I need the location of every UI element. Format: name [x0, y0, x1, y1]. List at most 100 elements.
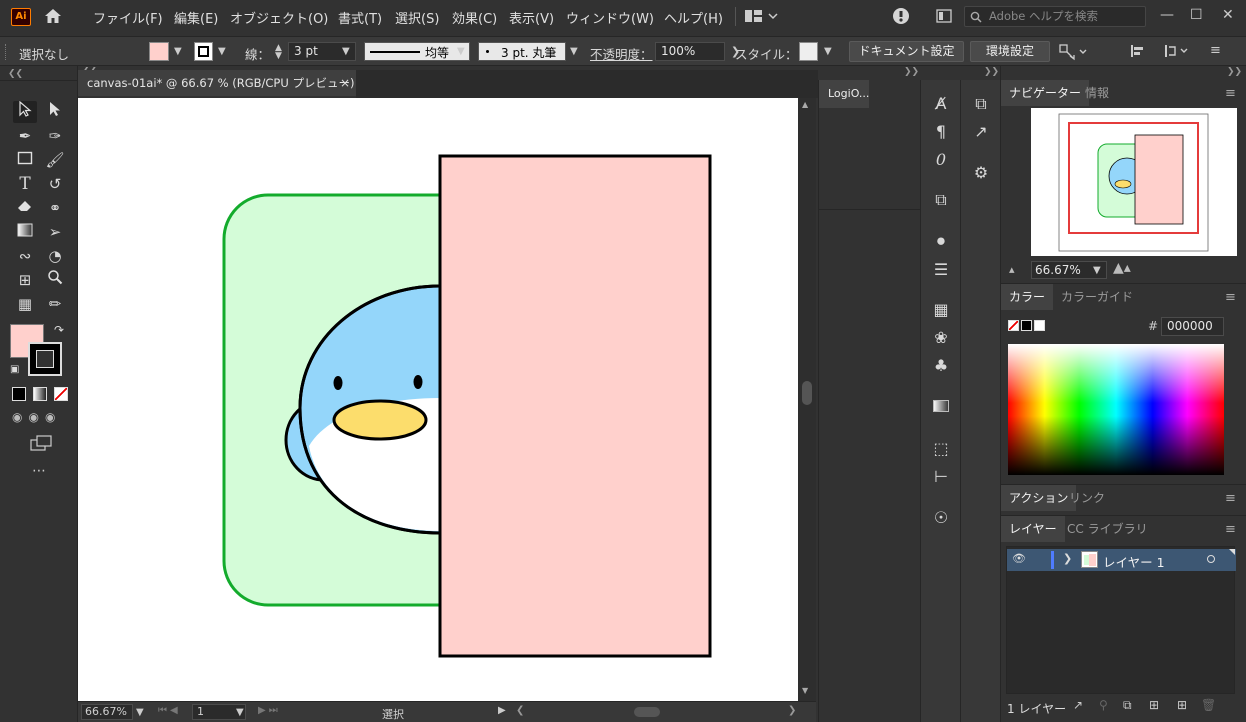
- selection-tool-icon[interactable]: [13, 100, 37, 123]
- shape-builder-tool-icon[interactable]: ◔: [43, 245, 67, 267]
- discover-icon[interactable]: [892, 7, 912, 30]
- default-colors-icon[interactable]: ▣: [10, 364, 19, 375]
- layer-target-icon[interactable]: [1207, 555, 1215, 563]
- close-window-button[interactable]: ✕: [1222, 7, 1234, 23]
- opentype-panel-icon[interactable]: 0: [929, 149, 953, 171]
- curvature-tool-icon[interactable]: ✑: [43, 125, 67, 147]
- transform-icon[interactable]: [1164, 43, 1190, 62]
- export-panel-icon[interactable]: ↗: [969, 121, 993, 143]
- menu-edit[interactable]: 編集(E): [174, 8, 218, 27]
- stroke-color-box[interactable]: [28, 342, 62, 376]
- export-layer-icon[interactable]: ↗: [1073, 698, 1083, 712]
- preferences-button[interactable]: 環境設定: [970, 41, 1050, 62]
- stroke-dropdown-icon[interactable]: ▼: [218, 46, 226, 57]
- document-tab[interactable]: canvas-01ai* @ 66.67 % (RGB/CPU プレビュー) ×: [78, 70, 356, 96]
- stroke-panel-icon[interactable]: ☰: [929, 259, 953, 281]
- stroke-profile-select[interactable]: 均等: [364, 42, 470, 61]
- panel-menu-icon[interactable]: ≡: [1210, 43, 1221, 58]
- mesh-tool-icon[interactable]: ▦: [13, 293, 37, 315]
- layer-name[interactable]: レイヤー 1: [1103, 552, 1165, 571]
- close-tab-button[interactable]: ×: [340, 70, 350, 96]
- color-mode-icon[interactable]: [12, 387, 26, 401]
- menu-view[interactable]: 表示(V): [509, 8, 554, 27]
- arrange-icon[interactable]: [1058, 43, 1088, 64]
- black-swatch[interactable]: [1021, 320, 1032, 331]
- appearance-panel-icon[interactable]: ⚫: [929, 231, 953, 253]
- fill-dropdown-icon[interactable]: ▼: [174, 46, 182, 57]
- align-panel-icon[interactable]: ⊢: [929, 466, 953, 488]
- help-search-input[interactable]: Adobe ヘルプを検索: [964, 6, 1146, 27]
- tab-links[interactable]: リンク: [1061, 485, 1113, 511]
- menu-effect[interactable]: 効果(C): [452, 8, 497, 27]
- maximize-button[interactable]: ☐: [1190, 7, 1203, 23]
- pen-tool-icon[interactable]: ✒: [13, 125, 37, 147]
- status-menu-icon[interactable]: ▶: [498, 705, 506, 716]
- none-mode-icon[interactable]: [54, 387, 68, 401]
- opacity-label[interactable]: 不透明度：: [590, 44, 653, 63]
- pathfinder-panel-icon[interactable]: ⧉: [969, 93, 993, 115]
- gradient-panel-icon[interactable]: [929, 396, 953, 418]
- artboard-dropdown-icon[interactable]: ▼: [236, 707, 244, 718]
- zoom-tool-icon[interactable]: [43, 269, 67, 291]
- menu-window[interactable]: ウィンドウ(W): [566, 8, 654, 27]
- eraser-tool-icon[interactable]: [13, 197, 37, 219]
- navigator-menu-icon[interactable]: ≡: [1225, 86, 1236, 101]
- hscroll-left-icon[interactable]: ❮: [516, 705, 524, 716]
- actions-menu-icon[interactable]: ≡: [1225, 491, 1236, 506]
- menu-help[interactable]: ヘルプ(H): [664, 8, 723, 27]
- new-layer-icon[interactable]: ⊞: [1177, 698, 1187, 712]
- new-sublayer-icon[interactable]: ⊞: [1149, 698, 1159, 712]
- tab-info[interactable]: 情報: [1077, 80, 1117, 106]
- locate-object-icon[interactable]: ⚲: [1099, 698, 1108, 712]
- color-menu-icon[interactable]: ≡: [1225, 290, 1236, 305]
- expand-dock-icon[interactable]: ❯❯: [904, 67, 919, 77]
- style-dropdown-icon[interactable]: ▼: [824, 46, 832, 57]
- collapse-tools-icon[interactable]: ❮❮: [8, 69, 23, 79]
- paintbrush-tool-icon[interactable]: 🖌: [43, 149, 67, 171]
- brushes-panel-icon[interactable]: ❀: [929, 327, 953, 349]
- scroll-thumb[interactable]: [802, 381, 812, 405]
- screen-mode-icon[interactable]: [30, 435, 52, 454]
- panel-toggle-icon[interactable]: [936, 9, 952, 26]
- hscroll-right-icon[interactable]: ❯: [788, 705, 796, 716]
- transform-panel-icon[interactable]: ⧉: [929, 189, 953, 211]
- scroll-up-icon[interactable]: ▲: [802, 100, 808, 109]
- next-artboard-icon[interactable]: ▶⏭: [258, 705, 281, 716]
- gradient-mode-icon[interactable]: [33, 387, 47, 401]
- tab-cc-libraries[interactable]: CC ライブラリ: [1059, 516, 1156, 542]
- type-tool-icon[interactable]: T: [13, 173, 37, 195]
- none-swatch-icon[interactable]: [1008, 320, 1019, 331]
- brush-select[interactable]: 3 pt. 丸筆: [478, 42, 566, 61]
- character-panel-icon[interactable]: A̸: [929, 93, 953, 115]
- menu-select[interactable]: 選択(S): [395, 8, 439, 27]
- color-spectrum[interactable]: [1008, 344, 1224, 475]
- style-swatch[interactable]: [799, 42, 818, 61]
- eyedropper-tool-icon[interactable]: ➢: [43, 221, 67, 243]
- layers-menu-icon[interactable]: ≡: [1225, 522, 1236, 537]
- draw-mode-icon[interactable]: ◉◉◉: [12, 410, 61, 424]
- zoom-in-icon[interactable]: ▲▴: [1113, 260, 1131, 276]
- stroke-weight-spinner-icon[interactable]: ▲ ▼: [275, 44, 282, 61]
- rectangle-tool-icon[interactable]: [13, 149, 37, 171]
- zoom-dropdown-icon[interactable]: ▼: [136, 707, 144, 718]
- artboard-canvas[interactable]: [78, 98, 798, 701]
- white-swatch[interactable]: [1034, 320, 1045, 331]
- tab-color[interactable]: カラー: [1001, 284, 1054, 310]
- tab-layers[interactable]: レイヤー: [1001, 516, 1065, 542]
- symbols-panel-icon[interactable]: ♣: [929, 355, 953, 377]
- delete-layer-icon[interactable]: 🗑: [1201, 698, 1216, 712]
- measure-tool-icon[interactable]: ✏: [43, 293, 67, 315]
- menu-object[interactable]: オブジェクト(O): [230, 8, 328, 27]
- vertical-scrollbar[interactable]: ▲ ▼: [798, 98, 816, 701]
- swap-fill-stroke-icon[interactable]: ↷: [54, 323, 64, 337]
- opacity-input[interactable]: 100%: [655, 42, 725, 61]
- brush-dropdown-icon[interactable]: ▼: [570, 46, 578, 57]
- artboards-panel-icon[interactable]: ⬚: [929, 438, 953, 460]
- stroke-profile-dropdown-icon[interactable]: ▼: [457, 46, 465, 57]
- swatches-panel-icon[interactable]: ▦: [929, 299, 953, 321]
- edit-toolbar-icon[interactable]: ⋯: [32, 463, 46, 479]
- first-artboard-icon[interactable]: ⏮◀: [158, 705, 181, 716]
- stroke-weight-dropdown-icon[interactable]: ▼: [342, 46, 350, 57]
- paragraph-panel-icon[interactable]: ¶: [929, 121, 953, 143]
- align-icon[interactable]: [1130, 43, 1146, 62]
